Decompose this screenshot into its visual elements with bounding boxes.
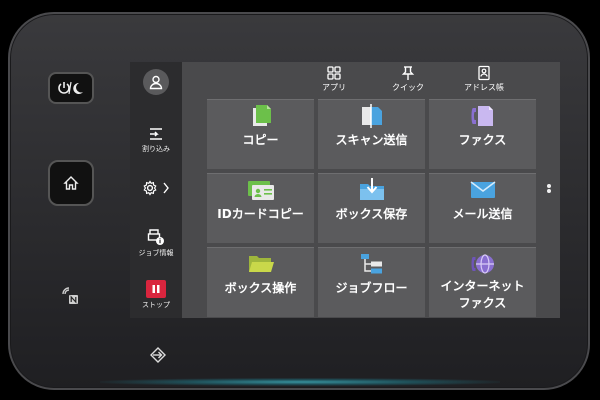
internet-fax-icon xyxy=(468,251,498,277)
login-icon[interactable] xyxy=(149,347,167,363)
mail-icon xyxy=(468,177,498,203)
side-panel: 割り込み ジョブ情報 ストップ xyxy=(130,62,182,318)
address-book-label: アドレス帳 xyxy=(464,83,504,92)
tile-job-flow[interactable]: ジョブフロー xyxy=(318,247,425,317)
stop-label: ストップ xyxy=(142,301,170,309)
interrupt-label: 割り込み xyxy=(142,145,170,153)
apps-label: アプリ xyxy=(322,83,346,92)
status-light-bar xyxy=(100,378,500,386)
apps-grid-icon xyxy=(327,66,341,80)
user-account-button[interactable] xyxy=(143,69,169,95)
quick-label: クイック xyxy=(392,83,424,92)
interrupt-icon xyxy=(150,128,162,140)
power-sleep-button[interactable] xyxy=(48,72,94,104)
address-book-icon xyxy=(478,65,490,81)
job-flow-icon xyxy=(357,251,387,277)
nfc-icon xyxy=(60,286,80,306)
tile-scan-send[interactable]: スキャン送信 xyxy=(318,99,425,169)
fax-icon xyxy=(468,103,498,129)
scan-send-icon xyxy=(357,103,387,129)
copy-icon xyxy=(246,103,276,129)
stop-button[interactable]: ストップ xyxy=(130,280,182,310)
tile-label: ボックス保存 xyxy=(335,207,408,221)
tile-label-line1: インターネット xyxy=(440,279,525,293)
address-book-shortcut[interactable]: アドレス帳 xyxy=(464,65,504,93)
tile-label: ボックス操作 xyxy=(224,281,297,295)
job-info-button[interactable]: ジョブ情報 xyxy=(130,228,182,258)
quick-shortcut[interactable]: クイック xyxy=(392,65,424,93)
tile-label: IDカードコピー xyxy=(217,207,304,221)
settings-button[interactable] xyxy=(130,180,182,196)
tile-label: ジョブフロー xyxy=(335,281,408,295)
tile-label: ファクス xyxy=(458,133,507,147)
home-icon xyxy=(63,176,79,190)
tile-label: メール送信 xyxy=(452,207,513,221)
pin-icon xyxy=(401,66,415,80)
tile-id-card-copy[interactable]: IDカードコピー xyxy=(207,173,314,243)
tile-label: インターネット ファクス xyxy=(440,278,524,312)
tile-copy[interactable]: コピー xyxy=(207,99,314,169)
interrupt-button[interactable]: 割り込み xyxy=(130,126,182,154)
user-icon xyxy=(149,75,163,90)
tile-box-save[interactable]: ボックス保存 xyxy=(318,173,425,243)
tile-internet-fax[interactable]: インターネット ファクス xyxy=(429,247,536,317)
box-folder-icon xyxy=(246,251,276,277)
id-card-icon xyxy=(246,177,276,203)
tile-label: コピー xyxy=(242,133,279,147)
pause-icon xyxy=(146,280,166,298)
tile-mail-send[interactable]: メール送信 xyxy=(429,173,536,243)
tile-label-line2: ファクス xyxy=(458,296,507,310)
job-info-icon xyxy=(147,229,164,245)
box-save-icon xyxy=(357,177,387,203)
power-sleep-icon xyxy=(58,81,83,95)
home-button[interactable] xyxy=(48,160,94,206)
apps-shortcut[interactable]: アプリ xyxy=(322,65,346,93)
tile-label: スキャン送信 xyxy=(335,133,408,147)
page-indicator[interactable] xyxy=(547,184,551,196)
tile-box-operation[interactable]: ボックス操作 xyxy=(207,247,314,317)
touch-screen: 割り込み ジョブ情報 ストップ アプリ クイック アドレス帳 コピー スキャン送… xyxy=(130,62,560,318)
gear-icon xyxy=(143,180,157,196)
job-info-label: ジョブ情報 xyxy=(138,249,174,257)
tile-fax[interactable]: ファクス xyxy=(429,99,536,169)
chevron-right-icon xyxy=(163,182,169,194)
